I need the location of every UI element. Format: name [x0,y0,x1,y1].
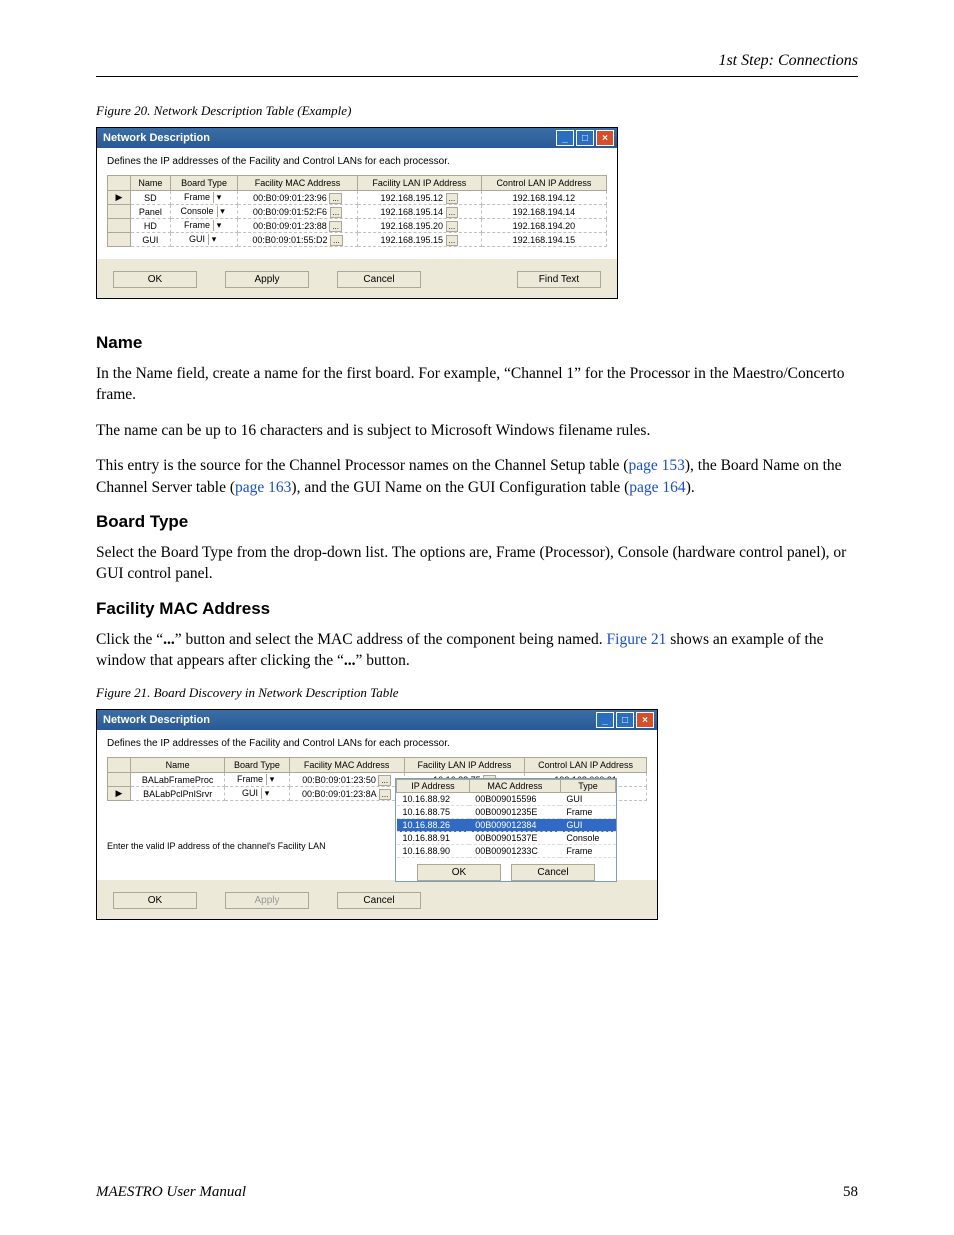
close-icon[interactable]: × [636,712,654,728]
window-title: Network Description [103,714,210,726]
list-item[interactable]: 10.16.88.9100B00901537EConsole [397,832,616,845]
col-control-ip: Control LAN IP Address [481,176,606,191]
cancel-button[interactable]: Cancel [337,271,421,288]
list-item[interactable]: 10.16.88.2600B009012384GUI [397,819,616,832]
ellipsis-button[interactable]: ... [329,193,342,204]
window-title: Network Description [103,132,210,144]
discovery-popup: IP Address MAC Address Type 10.16.88.920… [395,778,617,882]
col-facility-mac: Facility MAC Address [238,176,358,191]
list-item[interactable]: 10.16.88.9200B009015596GUI [397,793,616,806]
body-text: Select the Board Type from the drop-down… [96,542,858,585]
footer-manual-title: MAESTRO User Manual [96,1184,246,1201]
row-selector-icon: ▶ [108,787,131,801]
minimize-icon[interactable]: _ [556,130,574,146]
heading-facility-mac: Facility MAC Address [96,599,858,619]
body-text: In the Name field, create a name for the… [96,363,858,406]
popup-ok-button[interactable]: OK [417,864,501,881]
ellipsis-button[interactable]: ... [330,207,343,218]
apply-button[interactable]: Apply [225,271,309,288]
ellipsis-button[interactable]: ... [446,193,459,204]
maximize-icon[interactable]: □ [576,130,594,146]
link-figure-21[interactable]: Figure 21 [607,631,667,648]
minimize-icon[interactable]: _ [596,712,614,728]
col-board-type: Board Type [170,176,238,191]
ellipsis-button[interactable]: ... [379,789,392,800]
figure-21-caption: Figure 21. Board Discovery in Network De… [96,685,858,701]
window-subtitle: Defines the IP addresses of the Facility… [107,738,647,749]
figure-20-screenshot: Network Description _ □ × Defines the IP… [96,127,618,299]
chevron-down-icon[interactable]: ▾ [213,192,224,203]
link-page-153[interactable]: page 153 [628,457,684,474]
heading-board-type: Board Type [96,512,858,532]
row-selector-icon: ▶ [108,191,131,205]
ellipsis-button[interactable]: ... [446,235,459,246]
figure-20-caption: Figure 20. Network Description Table (Ex… [96,103,858,119]
window-subtitle: Defines the IP addresses of the Facility… [107,156,607,167]
body-text: The name can be up to 16 characters and … [96,420,858,441]
table-row[interactable]: GUI GUI▾ 00:B0:09:01:55:D2 ... 192.168.1… [108,233,607,247]
body-text: Click the “...” button and select the MA… [96,629,858,672]
close-icon[interactable]: × [596,130,614,146]
chevron-down-icon[interactable]: ▾ [213,220,224,231]
window-titlebar: Network Description _ □ × [97,710,657,730]
link-page-163[interactable]: page 163 [235,479,291,496]
chevron-down-icon[interactable]: ▾ [266,774,277,785]
running-header: 1st Step: Connections [96,52,858,70]
ok-button[interactable]: OK [113,271,197,288]
body-text: This entry is the source for the Channel… [96,455,858,498]
col-facility-ip: Facility LAN IP Address [357,176,481,191]
ok-button[interactable]: OK [113,892,197,909]
popup-cancel-button[interactable]: Cancel [511,864,595,881]
list-item[interactable]: 10.16.88.9000B00901233CFrame [397,845,616,858]
figure-21-screenshot: Network Description _ □ × Defines the IP… [96,709,658,920]
footer-page-number: 58 [843,1184,858,1201]
ellipsis-button[interactable]: ... [446,207,459,218]
col-name: Name [131,176,171,191]
chevron-down-icon[interactable]: ▾ [208,234,219,245]
chevron-down-icon[interactable]: ▾ [261,788,272,799]
find-text-button[interactable]: Find Text [517,271,601,288]
network-table: Name Board Type Facility MAC Address Fac… [107,175,607,247]
ellipsis-button[interactable]: ... [329,221,342,232]
chevron-down-icon[interactable]: ▾ [217,206,228,217]
table-row[interactable]: Panel Console▾ 00:B0:09:01:52:F6 ... 192… [108,205,607,219]
window-titlebar: Network Description _ □ × [97,128,617,148]
link-page-164[interactable]: page 164 [629,479,685,496]
ellipsis-button[interactable]: ... [378,775,391,786]
table-row[interactable]: HD Frame▾ 00:B0:09:01:23:88 ... 192.168.… [108,219,607,233]
list-item[interactable]: 10.16.88.7500B00901235EFrame [397,806,616,819]
maximize-icon[interactable]: □ [616,712,634,728]
ellipsis-button[interactable]: ... [330,235,343,246]
header-rule [96,76,858,77]
table-row[interactable]: ▶ SD Frame▾ 00:B0:09:01:23:96 ... 192.16… [108,191,607,205]
ellipsis-button[interactable]: ... [446,221,459,232]
heading-name: Name [96,333,858,353]
apply-button: Apply [225,892,309,909]
cancel-button[interactable]: Cancel [337,892,421,909]
